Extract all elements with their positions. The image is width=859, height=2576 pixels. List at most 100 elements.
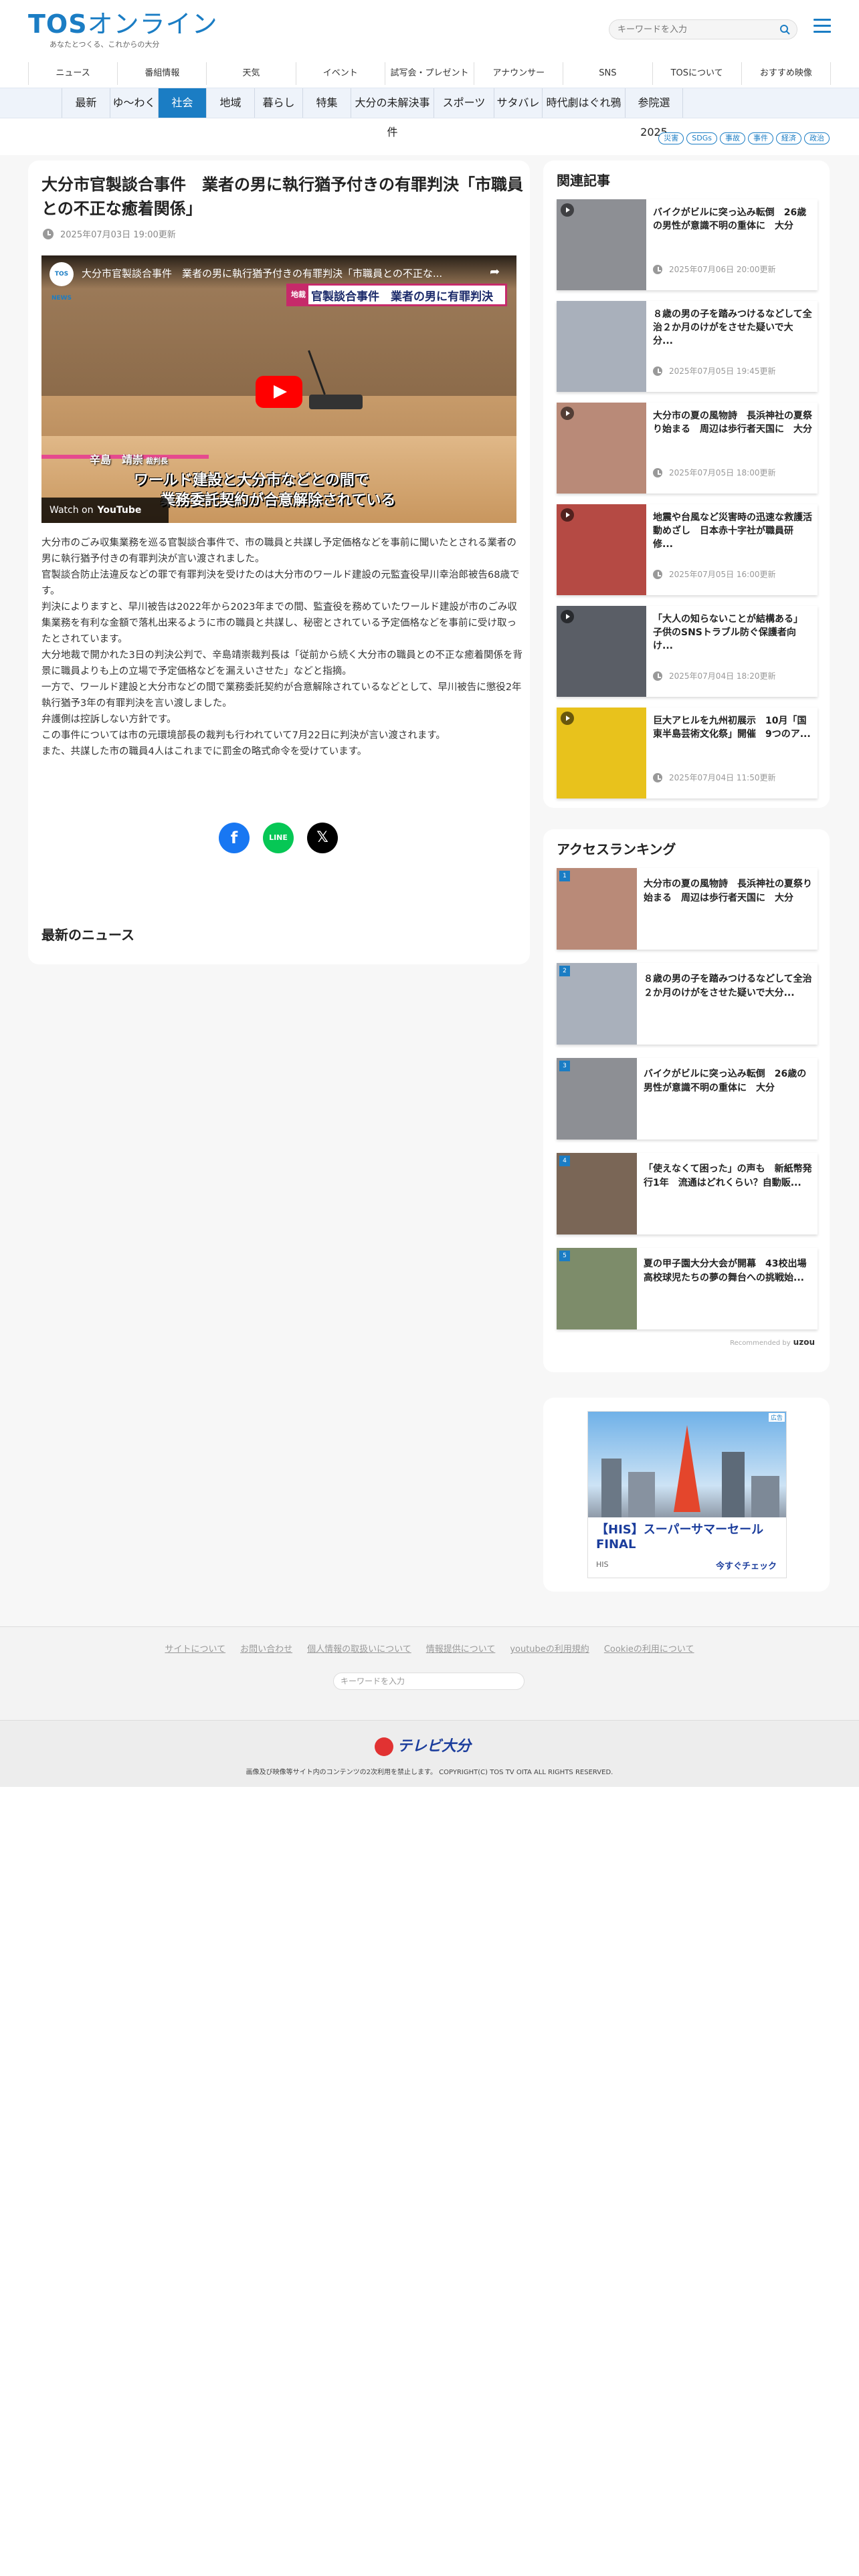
rank-number: 1	[559, 871, 570, 881]
footer-link[interactable]: 情報提供について	[426, 1642, 496, 1654]
ad-headline[interactable]: 【HIS】スーパーサマーセール FINAL	[596, 1523, 786, 1552]
category-nav-item[interactable]: 大分の未解決事件	[351, 88, 434, 138]
primary-nav-item[interactable]: 試写会・プレゼント	[385, 62, 475, 85]
channel-avatar[interactable]: TOS NEWS	[50, 262, 74, 302]
related-article-item[interactable]: 大分市の夏の風物詩 長浜神社の夏祭り始まる 周辺は歩行者天国に 大分 2025年0…	[557, 403, 818, 494]
article-paragraph: 大分市のごみ収集業務を巡る官製談合事件で、市の職員と共謀し予定価格などを事前に聞…	[41, 538, 516, 564]
search-input[interactable]	[609, 20, 770, 39]
play-button[interactable]	[256, 376, 302, 408]
related-article-item[interactable]: バイクがビルに突っ込み転倒 26歳の男性が意識不明の重体に 大分 2025年07月…	[557, 199, 818, 290]
tag-pill[interactable]: SDGs	[686, 132, 717, 144]
footer-logo[interactable]: テレビ大分	[375, 1734, 471, 1756]
footer-link[interactable]: お問い合わせ	[240, 1642, 292, 1654]
article-body: 大分市のごみ収集業務を巡る官製談合事件で、市の職員と共謀し予定価格などを事前に聞…	[41, 535, 523, 760]
footer-link[interactable]: 個人情報の取扱いについて	[307, 1642, 411, 1654]
related-thumbnail	[557, 301, 646, 392]
related-date: 2025年07月05日 18:00更新	[653, 467, 775, 478]
primary-nav-item[interactable]: おすすめ映像	[742, 62, 831, 85]
related-article-item[interactable]: 地震や台風など災害時の迅速な救護活動めざし 日本赤十字社が職員研修... 2025…	[557, 504, 818, 595]
primary-nav-item[interactable]: TOSについて	[653, 62, 742, 85]
ad-cta-button[interactable]: 今すぐチェック	[716, 1559, 777, 1572]
ad-source: HIS	[596, 1560, 609, 1569]
related-article-item[interactable]: ８歳の男の子を踏みつけるなどして全治２か月のけがをさせた疑いで大分... 2025…	[557, 301, 818, 392]
facebook-share-icon[interactable]: f	[219, 823, 250, 853]
video-play-icon	[561, 508, 574, 522]
related-thumbnail	[557, 606, 646, 697]
article-date-text: 2025年07月03日 19:00更新	[60, 230, 176, 240]
ranking-title: 「使えなくて困った」の声も 新紙幣発行1年 流通はどれくらい？自動販...	[644, 1164, 812, 1188]
primary-nav-item[interactable]: 番組情報	[118, 62, 207, 85]
footer-link[interactable]: youtubeの利用規約	[510, 1642, 589, 1654]
category-nav-item[interactable]: 地域	[207, 88, 255, 118]
ranking-item[interactable]: 1 大分市の夏の風物詩 長浜神社の夏祭り始まる 周辺は歩行者天国に 大分	[557, 868, 818, 950]
search-icon[interactable]	[779, 24, 790, 35]
related-title: 「大人の知らないことが結構ある」 子供のSNSトラブル防ぐ保護者向け...	[653, 614, 807, 651]
tos-logo-mark-icon	[375, 1737, 393, 1756]
related-thumbnail	[557, 504, 646, 595]
banner-text: 官製談合事件 業者の男に有罪判決	[311, 290, 493, 304]
tokyo-tower	[674, 1425, 700, 1512]
related-thumbnail	[557, 403, 646, 494]
primary-nav-item[interactable]: SNS	[563, 62, 653, 85]
ranking-thumbnail: 2	[557, 963, 637, 1045]
ad-label[interactable]: 広告	[768, 1413, 785, 1422]
primary-nav-item[interactable]: 天気	[207, 62, 296, 85]
category-nav-item[interactable]: ゆ〜わく	[110, 88, 159, 118]
related-title: ８歳の男の子を踏みつけるなどして全治２か月のけがをさせた疑いで大分...	[653, 309, 812, 346]
footer-search-input[interactable]: キーワードを入力	[333, 1673, 524, 1690]
ad-banner[interactable]: 広告 【HIS】スーパーサマーセール FINAL HIS 今すぐチェック	[587, 1411, 787, 1578]
latest-news-heading: 最新のニュース	[41, 927, 134, 943]
footer-link[interactable]: Cookieの利用について	[604, 1642, 694, 1654]
line-share-icon[interactable]: LINE	[263, 823, 294, 853]
ranking-title: ８歳の男の子を踏みつけるなどして全治２か月のけがをさせた疑いで大分...	[644, 974, 812, 998]
related-title: 地震や台風など災害時の迅速な救護活動めざし 日本赤十字社が職員研修...	[653, 512, 812, 550]
primary-nav-item[interactable]: イベント	[296, 62, 385, 85]
banner-tag: 地裁	[288, 286, 308, 304]
hamburger-menu-icon[interactable]	[814, 19, 831, 35]
ranking-item[interactable]: 2 ８歳の男の子を踏みつけるなどして全治２か月のけがをさせた疑いで大分...	[557, 963, 818, 1045]
category-nav-item[interactable]: 最新	[62, 88, 110, 118]
youtube-video-player[interactable]: TOS NEWS 大分市官製談合事件 業者の男に執行猶予付きの有罪判決「市職員と…	[41, 255, 516, 523]
related-article-item[interactable]: 巨大アヒルを九州初展示 10月「国東半島芸術文化祭」開催 9つのア... 2025…	[557, 708, 818, 798]
share-icon[interactable]: ➦	[490, 265, 504, 280]
related-date: 2025年07月04日 18:20更新	[653, 670, 775, 681]
article-paragraph: 官製談合防止法違反などの罪で有罪判決を受けたのは大分市のワールド建設の元監査役早…	[41, 570, 520, 597]
related-date: 2025年07月05日 16:00更新	[653, 568, 775, 580]
tag-pill[interactable]: 事故	[720, 132, 745, 144]
ranking-thumbnail: 4	[557, 1153, 637, 1235]
category-nav-item[interactable]: 暮らし	[255, 88, 303, 118]
clock-icon	[653, 264, 662, 274]
ranking-thumbnail: 5	[557, 1248, 637, 1329]
ranking-thumbnail: 1	[557, 868, 637, 950]
ranking-item[interactable]: 3 バイクがビルに突っ込み転倒 26歳の男性が意識不明の重体に 大分	[557, 1058, 818, 1140]
ranking-title: 夏の甲子園大分大会が開幕 43校出場 高校球児たちの夢の舞台への挑戦始...	[644, 1259, 816, 1283]
tag-pill[interactable]: 経済	[776, 132, 801, 144]
watch-on-youtube-button[interactable]: Watch on YouTube	[41, 498, 169, 523]
category-nav-item[interactable]: 社会	[159, 88, 207, 118]
site-logo[interactable]: TOSオンライン あなたとつくる、これからの大分	[28, 11, 218, 49]
primary-nav-item[interactable]: ニュース	[29, 62, 118, 85]
tag-pill[interactable]: 事件	[748, 132, 773, 144]
clock-icon	[653, 772, 662, 782]
primary-nav-item[interactable]: アナウンサー	[474, 62, 564, 85]
category-nav-item[interactable]: 参院選2025	[626, 88, 683, 138]
article-title: 大分市官製談合事件 業者の男に執行猶予付きの有罪判決「市職員との不正な癒着関係」	[41, 175, 523, 218]
article: 大分市官製談合事件 業者の男に執行猶予付きの有罪判決「市職員との不正な癒着関係」…	[28, 160, 530, 936]
category-nav-item[interactable]: 時代劇はぐれ鴉	[543, 88, 626, 118]
category-nav-item[interactable]: 特集	[303, 88, 351, 118]
speaker-name: 辛島 靖崇 裁判長	[90, 453, 169, 466]
article-paragraph: また、共謀した市の職員4人はこれまでに罰金の略式命令を受けています。	[41, 746, 367, 757]
category-nav-item[interactable]: スポーツ	[434, 88, 494, 118]
x-share-icon[interactable]: 𝕏	[307, 823, 338, 853]
category-nav-item[interactable]: サタバレ	[494, 88, 543, 118]
video-title[interactable]: 大分市官製談合事件 業者の男に執行猶予付きの有罪判決「市職員との不正な...	[82, 266, 456, 280]
ranking-item[interactable]: 5 夏の甲子園大分大会が開幕 43校出場 高校球児たちの夢の舞台への挑戦始...	[557, 1248, 818, 1329]
related-article-item[interactable]: 「大人の知らないことが結構ある」 子供のSNSトラブル防ぐ保護者向け... 202…	[557, 606, 818, 697]
video-play-icon	[561, 407, 574, 420]
tag-pill[interactable]: 災害	[658, 132, 684, 144]
related-title: 巨大アヒルを九州初展示 10月「国東半島芸術文化祭」開催 9つのア...	[653, 716, 811, 740]
related-thumbnail	[557, 708, 646, 798]
footer-link[interactable]: サイトについて	[165, 1642, 225, 1654]
ranking-item[interactable]: 4 「使えなくて困った」の声も 新紙幣発行1年 流通はどれくらい？自動販...	[557, 1153, 818, 1235]
tag-pill[interactable]: 政治	[804, 132, 830, 144]
